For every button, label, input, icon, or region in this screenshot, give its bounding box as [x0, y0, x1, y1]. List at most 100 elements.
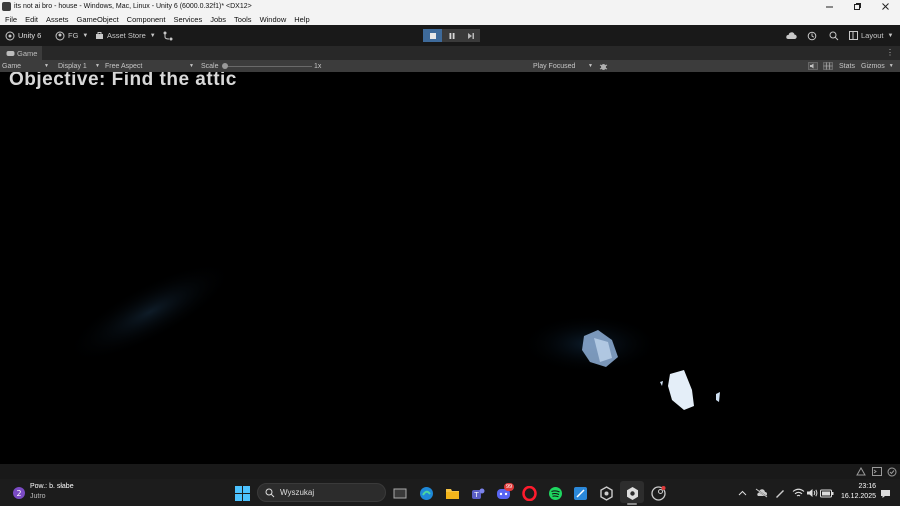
taskbar-opera[interactable] — [520, 484, 538, 502]
layout-dropdown[interactable]: Layout ▼ — [849, 29, 893, 42]
lit-object-lower — [668, 370, 694, 410]
running-indicator — [627, 503, 637, 505]
console-icon[interactable] — [872, 467, 882, 476]
window-title: its not ai bro - house - Windows, Mac, L… — [14, 3, 252, 10]
search-icon — [265, 488, 275, 497]
step-button[interactable] — [461, 29, 480, 42]
taskbar-app-blue[interactable] — [571, 484, 589, 502]
steam-icon — [650, 485, 666, 501]
cloud-button[interactable] — [785, 29, 797, 42]
aspect-dropdown[interactable]: Free Aspect ▼ — [105, 60, 197, 72]
cloud-icon — [786, 31, 797, 39]
taskbar-clock[interactable]: 23:16 16.12.2025 — [832, 482, 876, 502]
gizmos-dropdown[interactable]: Gizmos ▼ — [861, 60, 894, 72]
chevron-down-icon: ▼ — [95, 63, 100, 69]
tab-game[interactable]: Game — [0, 46, 42, 60]
stop-icon — [429, 32, 436, 39]
minimize-button[interactable] — [815, 0, 843, 13]
history-button[interactable] — [807, 29, 817, 42]
taskbar-settings[interactable] — [597, 484, 615, 502]
layout-icon — [849, 31, 858, 40]
taskbar-spotify[interactable] — [546, 484, 564, 502]
display-dropdown[interactable]: Display 1 ▼ — [58, 60, 102, 72]
pause-button[interactable] — [442, 29, 461, 42]
teams-icon: T — [471, 488, 484, 499]
menu-gameobject[interactable]: GameObject — [77, 15, 119, 24]
layout-label: Layout — [861, 31, 884, 40]
play-controls — [423, 29, 480, 42]
speaker-icon — [806, 489, 817, 497]
taskbar-unity-hub[interactable] — [620, 481, 644, 505]
menu-tools[interactable]: Tools — [234, 15, 252, 24]
chevron-down-icon: ▼ — [588, 63, 593, 69]
weather-line2: Jutro — [30, 493, 46, 500]
clock-date: 16.12.2025 — [840, 493, 876, 500]
light-glow-left — [65, 261, 235, 363]
unity-version-button[interactable]: Unity 6 — [5, 29, 41, 42]
light-speck-left — [660, 381, 663, 386]
tray-onedrive[interactable] — [752, 484, 770, 502]
chevron-down-icon: ▼ — [44, 63, 49, 69]
scale-label: Scale — [201, 62, 219, 70]
game-viewport[interactable]: Objective: Find the attic — [0, 72, 900, 464]
menu-file[interactable]: File — [5, 15, 17, 24]
version-control-button[interactable] — [163, 29, 173, 42]
speaker-mute-icon — [808, 62, 818, 70]
game-mode-dropdown[interactable]: Game ▼ — [2, 60, 52, 72]
mute-audio-button[interactable] — [808, 60, 818, 72]
scale-value: 1x — [314, 62, 322, 70]
start-button[interactable] — [233, 484, 251, 502]
account-icon — [55, 31, 65, 40]
close-button[interactable] — [871, 0, 899, 13]
panel-tab-bar: Game ⋮ — [0, 46, 900, 60]
menu-help[interactable]: Help — [294, 15, 309, 24]
taskbar-search[interactable]: Wyszukaj — [257, 483, 386, 502]
network-status-icon[interactable] — [856, 467, 866, 476]
gamepad-icon — [6, 50, 15, 56]
menu-edit[interactable]: Edit — [25, 15, 38, 24]
play-focused-dropdown[interactable]: Play Focused ▼ — [533, 60, 595, 72]
chevron-down-icon: ▼ — [149, 32, 156, 39]
svg-text:2: 2 — [16, 489, 21, 498]
taskbar-edge[interactable] — [417, 484, 435, 502]
svg-text:T: T — [473, 491, 479, 499]
shopping-bag-icon — [96, 32, 103, 39]
scale-slider[interactable] — [222, 60, 312, 72]
scale-slider-knob[interactable] — [222, 63, 228, 69]
stats-button[interactable]: Stats — [839, 60, 855, 72]
play-button[interactable] — [423, 29, 442, 42]
gizmo-grid-button[interactable] — [823, 60, 833, 72]
menu-jobs[interactable]: Jobs — [210, 15, 226, 24]
search-button[interactable] — [829, 29, 839, 42]
task-view-icon — [393, 488, 407, 499]
tray-network-activity[interactable] — [771, 484, 789, 502]
taskbar-steam[interactable] — [649, 484, 667, 502]
account-dropdown[interactable]: FG ▼ — [55, 29, 88, 42]
tray-overflow-button[interactable] — [733, 484, 751, 502]
notifications-button[interactable] — [876, 484, 894, 502]
code-editor-icon — [573, 486, 587, 500]
restore-button[interactable] — [843, 0, 871, 13]
minimize-icon — [825, 6, 833, 8]
taskbar-teams[interactable]: T — [468, 484, 486, 502]
opera-icon — [521, 485, 537, 501]
panel-menu-button[interactable]: ⋮ — [886, 48, 894, 57]
game-mode-label: Game — [2, 62, 22, 70]
menu-services[interactable]: Services — [173, 15, 202, 24]
menu-component[interactable]: Component — [127, 15, 166, 24]
menu-window[interactable]: Window — [260, 15, 287, 24]
taskbar-task-view[interactable] — [391, 484, 409, 502]
chevron-down-icon: ▼ — [887, 32, 894, 39]
asset-store-dropdown[interactable]: Asset Store ▼ — [95, 29, 156, 42]
gizmos-label: Gizmos — [861, 62, 885, 70]
weather-widget[interactable]: 2 Pow.: b. słabe Jutro — [11, 483, 91, 503]
main-toolbar: Unity 6 FG ▼ Asset Store ▼ Layout ▼ — [0, 25, 900, 46]
taskbar-discord[interactable]: 99 — [494, 483, 514, 502]
audio-mute-toggle[interactable] — [599, 60, 608, 72]
menu-assets[interactable]: Assets — [46, 15, 69, 24]
folder-icon — [445, 488, 459, 499]
display-label: Display 1 — [58, 62, 87, 70]
objective-text: Objective: Find the attic — [9, 72, 237, 90]
taskbar-file-explorer[interactable] — [443, 484, 461, 502]
progress-status-icon[interactable] — [887, 467, 897, 477]
